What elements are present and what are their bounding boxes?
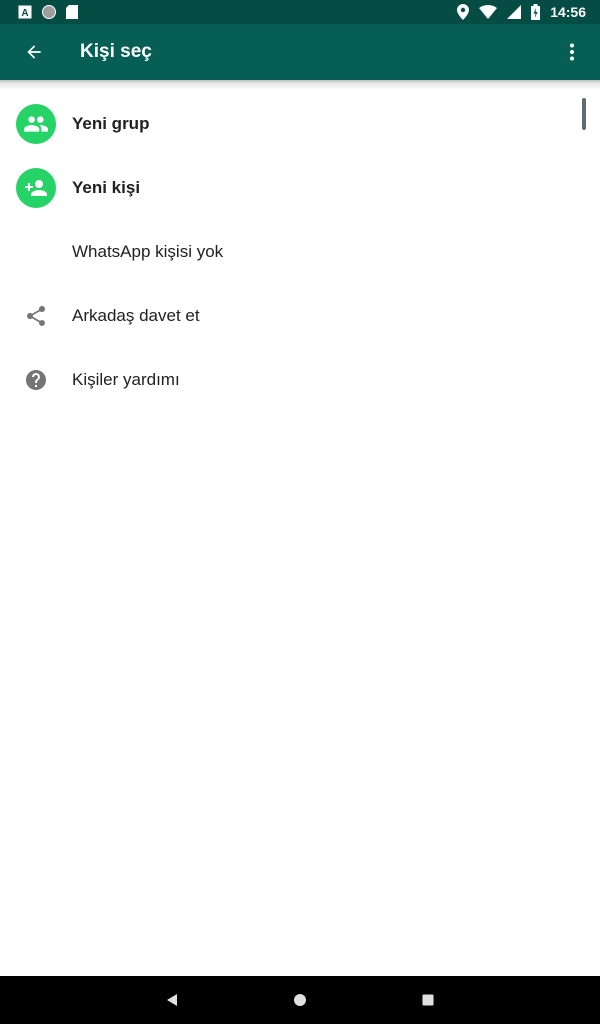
nav-recents-button[interactable] <box>364 976 492 1024</box>
new-group-label: Yeni grup <box>72 114 150 133</box>
status-time: 14:56 <box>550 4 586 20</box>
more-options-button[interactable] <box>544 24 600 80</box>
group-icon <box>24 116 48 132</box>
status-right-icons: 14:56 <box>457 4 586 20</box>
new-contact-avatar <box>16 168 56 208</box>
nav-home-button[interactable] <box>236 976 364 1024</box>
wifi-icon <box>479 5 498 19</box>
new-contact-row[interactable]: Yeni kişi <box>0 156 600 220</box>
keyboard-a-icon: A <box>18 5 32 19</box>
invite-friend-label: Arkadaş davet et <box>72 306 200 325</box>
battery-icon <box>531 4 541 20</box>
no-contacts-label: WhatsApp kişisi yok <box>72 242 224 261</box>
new-group-row[interactable]: Yeni grup <box>0 92 600 156</box>
back-triangle-icon <box>167 994 177 1006</box>
home-circle-icon <box>294 994 306 1006</box>
new-group-avatar <box>16 104 56 144</box>
svg-text:A: A <box>21 8 28 19</box>
invite-friend-icon-slot <box>0 284 72 348</box>
system-nav-bar <box>0 976 600 1024</box>
new-contact-label: Yeni kişi <box>72 178 141 197</box>
back-button[interactable] <box>0 24 72 80</box>
contacts-help-row[interactable]: Kişiler yardımı <box>0 348 600 412</box>
more-vert-icon <box>570 43 574 61</box>
no-contacts-icon-slot <box>0 220 72 284</box>
status-left-icons: A <box>18 5 78 19</box>
contacts-help-label: Kişiler yardımı <box>72 370 180 389</box>
invite-friend-row[interactable]: Arkadaş davet et <box>0 284 600 348</box>
new-group-icon-slot <box>0 92 72 156</box>
circle-app-icon <box>42 5 56 19</box>
sd-card-icon <box>66 5 78 19</box>
contacts-help-icon-slot <box>0 348 72 412</box>
status-bar: A 14:56 <box>0 0 600 24</box>
contact-options-list: Yeni grup Yeni kişi WhatsApp kişisi yok … <box>0 92 600 412</box>
help-icon <box>26 370 46 390</box>
recents-square-icon <box>422 994 434 1006</box>
page-title: Kişi seç <box>80 41 152 62</box>
app-bar: Kişi seç <box>0 24 600 80</box>
signal-icon <box>507 5 522 19</box>
nav-back-button[interactable] <box>108 976 236 1024</box>
back-arrow-icon <box>27 45 41 59</box>
location-icon <box>457 4 470 20</box>
add-person-icon <box>25 180 47 196</box>
app-bar-shadow <box>0 80 600 90</box>
new-contact-icon-slot <box>0 156 72 220</box>
scrollbar-thumb[interactable] <box>582 98 586 130</box>
no-contacts-row: WhatsApp kişisi yok <box>0 220 600 284</box>
share-icon <box>27 306 45 326</box>
